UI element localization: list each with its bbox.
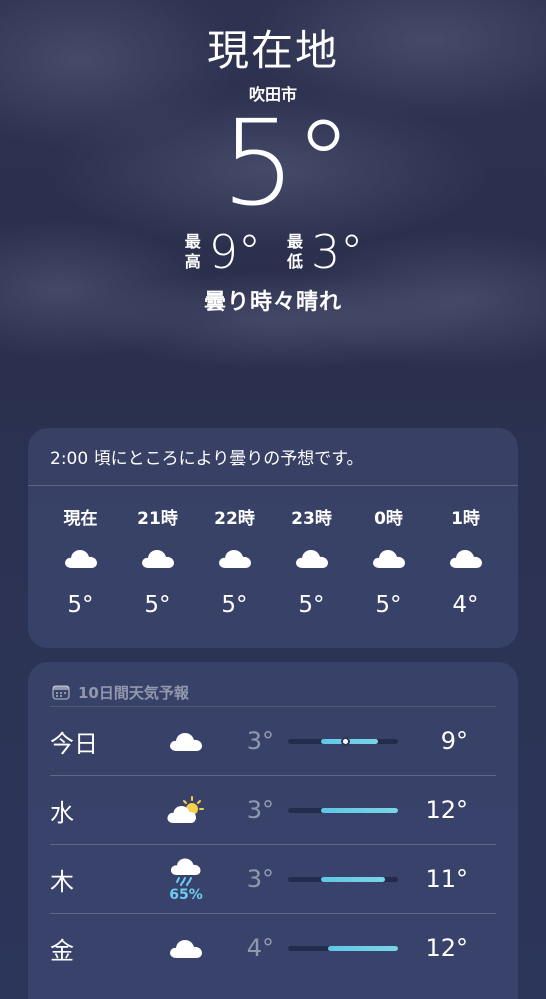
forecast-day: 木 <box>50 867 74 896</box>
temperature-range-bar <box>288 945 398 951</box>
forecast-day: 金 <box>50 936 74 965</box>
temperature-range-fill <box>321 876 385 882</box>
partly-sunny-icon <box>146 795 226 825</box>
hour-temperature: 5° <box>144 592 171 618</box>
forecast-row[interactable]: 水 3° 12° <box>50 775 496 844</box>
hour-temperature: 5° <box>67 592 94 618</box>
forecast-row[interactable]: 金 4° 12° <box>50 913 496 982</box>
hour-label: 0時 <box>374 509 403 529</box>
forecast-title: 10日間天気予報 <box>78 683 189 702</box>
hour-label: 現在 <box>63 509 98 529</box>
high-temperature: 9° <box>208 225 261 279</box>
low-temperature: 3° <box>311 225 364 279</box>
temperature-range-bar <box>288 807 398 813</box>
forecast-low: 4° <box>246 934 274 962</box>
forecast-high: 9° <box>440 727 468 755</box>
cloud-icon <box>273 538 350 578</box>
ten-day-forecast-card[interactable]: 10日間天気予報 今日 3° 9° 水 3° 12° 木 65% 3° 11° 金 4° 12° <box>28 662 518 999</box>
hour-label: 1時 <box>451 509 480 529</box>
hour-item: 1時 4° <box>427 504 504 618</box>
cloud-icon <box>146 729 226 753</box>
high-low: 最高 9° 最低 3° <box>0 224 546 280</box>
cloud-icon <box>42 538 119 578</box>
cloud-icon <box>146 936 226 960</box>
forecast-list: 今日 3° 9° 水 3° 12° 木 65% 3° 11° 金 4° 12° <box>28 706 518 982</box>
forecast-low: 3° <box>246 796 274 824</box>
hourly-summary: 2:00 頃にところにより曇りの予想です。 <box>28 428 518 486</box>
location-title: 現在地 <box>206 26 339 75</box>
current-temperature: 5° <box>220 94 353 232</box>
high-label: 最高 <box>184 232 201 271</box>
forecast-day: 水 <box>50 798 74 827</box>
forecast-low: 3° <box>246 727 274 755</box>
cloud-rain-icon: 65% <box>146 857 226 902</box>
hour-label: 23時 <box>291 509 332 529</box>
hour-temperature: 4° <box>452 592 479 618</box>
forecast-low: 3° <box>246 865 274 893</box>
forecast-header: 10日間天気予報 <box>28 662 518 706</box>
cloud-icon <box>350 538 427 578</box>
cloud-icon <box>119 538 196 578</box>
temperature-range-bar <box>288 876 398 882</box>
hourly-list: 現在 5° 21時 5° 22時 5° 23時 5° 0時 5° 1時 4° <box>28 486 518 618</box>
weather-header: 現在地 吹田市 5° 最高 9° 最低 3° 曇り時々晴れ <box>0 24 546 316</box>
hour-item: 現在 5° <box>42 504 119 618</box>
hour-item: 21時 5° <box>119 504 196 618</box>
hour-temperature: 5° <box>298 592 325 618</box>
forecast-row[interactable]: 今日 3° 9° <box>50 706 496 775</box>
condition-text: 曇り時々晴れ <box>203 290 342 315</box>
hour-item: 0時 5° <box>350 504 427 618</box>
forecast-day: 今日 <box>50 729 98 758</box>
precipitation-chance: 65% <box>169 886 203 903</box>
hour-label: 22時 <box>214 509 255 529</box>
cloud-icon <box>196 538 273 578</box>
temperature-range-fill <box>327 945 398 951</box>
hour-item: 23時 5° <box>273 504 350 618</box>
temperature-range-bar <box>288 736 398 746</box>
cloud-icon <box>427 538 504 578</box>
hourly-forecast-card[interactable]: 2:00 頃にところにより曇りの予想です。 現在 5° 21時 5° 22時 5° 23時 5… <box>28 428 518 648</box>
temperature-range-fill <box>321 807 398 813</box>
hour-label: 21時 <box>137 509 178 529</box>
hour-temperature: 5° <box>221 592 248 618</box>
hour-temperature: 5° <box>375 592 402 618</box>
low-label: 最低 <box>286 232 303 271</box>
forecast-high: 12° <box>425 796 468 824</box>
calendar-icon <box>52 684 70 700</box>
forecast-high: 11° <box>425 865 468 893</box>
forecast-row[interactable]: 木 65% 3° 11° <box>50 844 496 913</box>
current-temperature-dot <box>340 736 350 746</box>
hour-item: 22時 5° <box>196 504 273 618</box>
forecast-high: 12° <box>425 934 468 962</box>
